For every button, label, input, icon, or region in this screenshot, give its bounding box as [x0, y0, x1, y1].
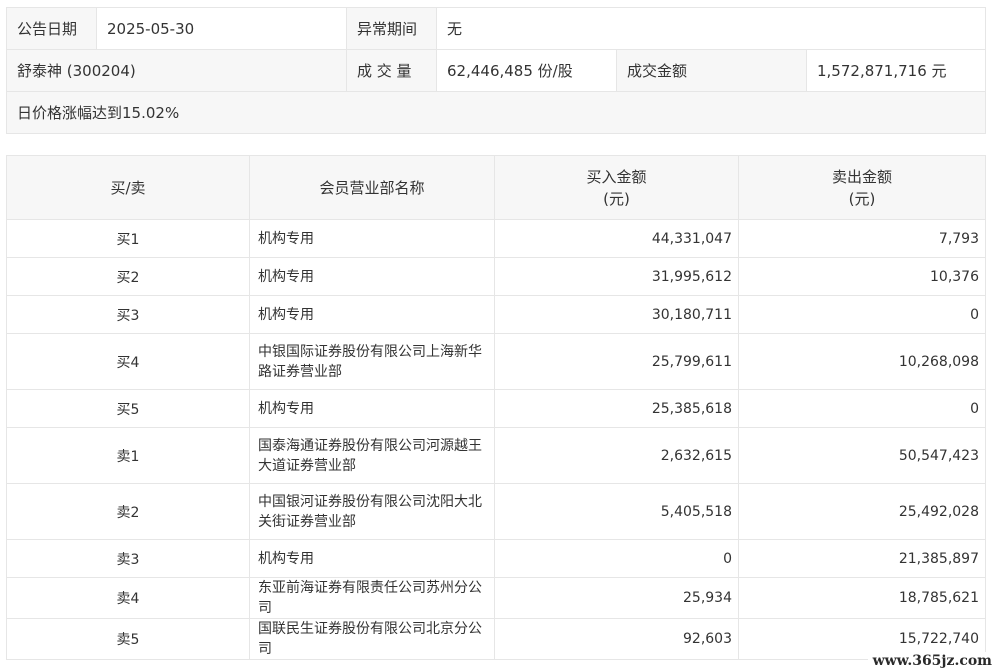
table-row: 卖2 中国银河证券股份有限公司沈阳大北关街证券营业部 5,405,518 25,… — [6, 483, 986, 540]
row-sell-amount: 7,793 — [738, 219, 986, 258]
row-side: 卖5 — [6, 618, 250, 660]
row-buy-amount: 2,632,615 — [494, 427, 739, 484]
row-sell-amount: 25,492,028 — [738, 483, 986, 540]
abnormal-period-label: 异常期间 — [346, 7, 437, 50]
row-member-name: 中银国际证券股份有限公司上海新华路证券营业部 — [249, 333, 495, 390]
row-sell-amount: 18,785,621 — [738, 577, 986, 619]
amount-label: 成交金额 — [616, 49, 807, 92]
header-side: 买/卖 — [6, 155, 250, 220]
row-member-name: 机构专用 — [249, 295, 495, 334]
abnormal-period-value: 无 — [436, 7, 986, 50]
row-side: 买4 — [6, 333, 250, 390]
volume-value: 62,446,485 份/股 — [436, 49, 617, 92]
table-row: 卖1 国泰海通证券股份有限公司河源越王大道证券营业部 2,632,615 50,… — [6, 427, 986, 484]
info-row-stock: 舒泰神 (300204) 成 交 量 62,446,485 份/股 成交金额 1… — [6, 49, 986, 92]
row-sell-amount: 0 — [738, 295, 986, 334]
table-header-row: 买/卖 会员营业部名称 买入金额 (元) 卖出金额 (元) — [6, 155, 986, 220]
volume-label: 成 交 量 — [346, 49, 437, 92]
row-member-name: 机构专用 — [249, 539, 495, 578]
table-row: 买1 机构专用 44,331,047 7,793 — [6, 219, 986, 258]
amount-value: 1,572,871,716 元 — [806, 49, 986, 92]
row-sell-amount: 10,268,098 — [738, 333, 986, 390]
row-side: 买1 — [6, 219, 250, 258]
table-row: 卖4 东亚前海证券有限责任公司苏州分公司 25,934 18,785,621 — [6, 577, 986, 619]
row-sell-amount: 0 — [738, 389, 986, 428]
row-member-name: 机构专用 — [249, 257, 495, 296]
header-member: 会员营业部名称 — [249, 155, 495, 220]
header-sell-line2: (元) — [848, 189, 876, 208]
row-member-name: 机构专用 — [249, 389, 495, 428]
row-side: 卖4 — [6, 577, 250, 619]
row-buy-amount: 44,331,047 — [494, 219, 739, 258]
table-row: 买3 机构专用 30,180,711 0 — [6, 295, 986, 334]
table-row: 卖5 国联民生证券股份有限公司北京分公司 92,603 15,722,740 — [6, 618, 986, 660]
table-row: 买4 中银国际证券股份有限公司上海新华路证券营业部 25,799,611 10,… — [6, 333, 986, 390]
row-side: 卖1 — [6, 427, 250, 484]
row-buy-amount: 25,385,618 — [494, 389, 739, 428]
header-sell-line1: 卖出金额 — [831, 167, 892, 186]
row-side: 买2 — [6, 257, 250, 296]
row-side: 卖3 — [6, 539, 250, 578]
row-member-name: 机构专用 — [249, 219, 495, 258]
stock-name: 舒泰神 (300204) — [6, 49, 347, 92]
trading-seats-table: 买/卖 会员营业部名称 买入金额 (元) 卖出金额 (元) 买1 机构专用 44,3… — [6, 155, 986, 660]
header-buy-line1: 买入金额 — [586, 167, 647, 186]
row-sell-amount: 50,547,423 — [738, 427, 986, 484]
row-buy-amount: 30,180,711 — [494, 295, 739, 334]
announce-date-value: 2025-05-30 — [96, 7, 347, 50]
row-side: 卖2 — [6, 483, 250, 540]
header-buy-line2: (元) — [603, 189, 630, 208]
site-watermark: www.365jz.com — [867, 652, 997, 669]
abnormal-reason: 日价格涨幅达到15.02% — [6, 91, 986, 134]
row-buy-amount: 92,603 — [494, 618, 739, 660]
info-row-reason: 日价格涨幅达到15.02% — [6, 91, 986, 134]
row-side: 买5 — [6, 389, 250, 428]
row-member-name: 国泰海通证券股份有限公司河源越王大道证券营业部 — [249, 427, 495, 484]
row-member-name: 东亚前海证券有限责任公司苏州分公司 — [249, 577, 495, 619]
row-side: 买3 — [6, 295, 250, 334]
row-buy-amount: 31,995,612 — [494, 257, 739, 296]
info-row-date: 公告日期 2025-05-30 异常期间 无 — [6, 7, 986, 50]
row-member-name: 国联民生证券股份有限公司北京分公司 — [249, 618, 495, 660]
row-member-name: 中国银河证券股份有限公司沈阳大北关街证券营业部 — [249, 483, 495, 540]
announce-date-label: 公告日期 — [6, 7, 97, 50]
table-row: 买2 机构专用 31,995,612 10,376 — [6, 257, 986, 296]
row-buy-amount: 25,934 — [494, 577, 739, 619]
row-sell-amount: 21,385,897 — [738, 539, 986, 578]
announcement-info-table: 公告日期 2025-05-30 异常期间 无 舒泰神 (300204) 成 交 … — [6, 7, 986, 134]
row-buy-amount: 0 — [494, 539, 739, 578]
table-row: 买5 机构专用 25,385,618 0 — [6, 389, 986, 428]
table-row: 卖3 机构专用 0 21,385,897 — [6, 539, 986, 578]
header-buy-amount: 买入金额 (元) — [494, 155, 739, 220]
row-sell-amount: 10,376 — [738, 257, 986, 296]
row-buy-amount: 5,405,518 — [494, 483, 739, 540]
row-buy-amount: 25,799,611 — [494, 333, 739, 390]
header-sell-amount: 卖出金额 (元) — [738, 155, 986, 220]
